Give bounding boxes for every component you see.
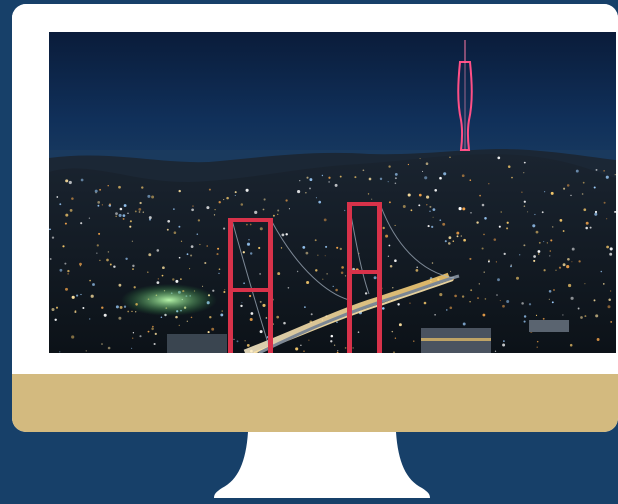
monitor-stand (214, 432, 430, 498)
lit-sports-field (121, 284, 217, 316)
monitor-screen (49, 32, 616, 353)
monitor-chin (12, 374, 618, 432)
night-city-bridge-photo (49, 32, 616, 353)
monitor (12, 4, 618, 432)
